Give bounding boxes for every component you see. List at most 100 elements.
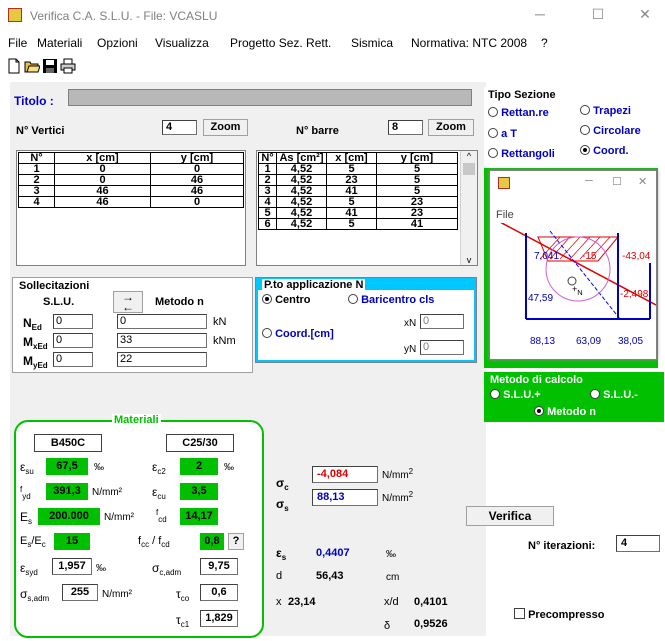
cell[interactable]: 4,52	[276, 196, 327, 208]
cell[interactable]: 23	[376, 207, 458, 219]
radio-centro[interactable]: Centro	[262, 294, 311, 306]
cell[interactable]: 0	[150, 196, 244, 208]
close-icon[interactable]: ✕	[625, 6, 665, 26]
cell[interactable]: 2	[18, 174, 55, 186]
menu-sismica[interactable]: Sismica	[351, 36, 393, 50]
cell[interactable]: 0	[150, 163, 244, 175]
table-row[interactable]: 4 46 0	[18, 196, 244, 208]
cell[interactable]: 5	[376, 174, 458, 186]
fyd-value[interactable]: 391,3	[46, 483, 88, 500]
cell[interactable]: 4,52	[276, 163, 327, 175]
save-icon[interactable]	[42, 58, 58, 74]
cell[interactable]: 0	[54, 163, 151, 175]
cell[interactable]: 46	[54, 185, 151, 197]
popup-menu-file[interactable]: File	[496, 209, 514, 221]
cell[interactable]: 46	[150, 185, 244, 197]
cell[interactable]: 4,52	[276, 185, 327, 197]
help-question-button[interactable]: ?	[228, 533, 244, 550]
radio-slu-plus[interactable]: S.L.U.+	[490, 389, 541, 401]
barre-table[interactable]: N° As [cm²] x [cm] y [cm] 1 4,52 5 5 2 4,52 23 5 …	[258, 152, 458, 230]
radio-coord[interactable]: Coord.	[580, 145, 629, 157]
tc1-value[interactable]: 1,829	[200, 610, 238, 627]
cell[interactable]: 4,52	[276, 174, 327, 186]
popup-close-icon[interactable]: ✕	[638, 175, 647, 188]
esyd-value[interactable]: 1,957	[52, 558, 92, 575]
cell[interactable]: 4	[18, 196, 55, 208]
steel-select[interactable]: B450C	[34, 434, 102, 452]
new-file-icon[interactable]	[6, 58, 22, 74]
radio-trapezi[interactable]: Trapezi	[580, 105, 631, 117]
open-folder-icon[interactable]	[24, 58, 40, 74]
scroll-up-icon[interactable]: ^	[461, 151, 477, 161]
es-value[interactable]: 200.000	[38, 508, 100, 525]
table-row[interactable]: 3 46 46	[18, 185, 244, 197]
cell[interactable]: 4,52	[276, 207, 327, 219]
ecu-value[interactable]: 3,5	[180, 483, 218, 500]
menu-progetto[interactable]: Progetto Sez. Rett.	[230, 36, 331, 50]
cell[interactable]: 41	[326, 185, 377, 197]
cell[interactable]: 4	[258, 196, 277, 208]
table-row[interactable]: 6 4,52 5 41	[258, 218, 458, 230]
cell[interactable]: 41	[326, 207, 377, 219]
cell[interactable]: 23	[376, 196, 458, 208]
table-row[interactable]: 5 4,52 41 23	[258, 207, 458, 219]
table-row[interactable]: 2 4,52 23 5	[258, 174, 458, 186]
cell[interactable]: 0	[54, 174, 151, 186]
sc-adm-value[interactable]: 9,75	[200, 558, 238, 575]
radio-baricentro[interactable]: Baricentro cls	[348, 294, 434, 306]
esu-value[interactable]: 67,5	[46, 458, 88, 475]
popup-maximize-icon[interactable]: ☐	[612, 175, 622, 188]
vertici-zoom-button[interactable]: Zoom	[203, 119, 248, 136]
cell[interactable]: 5	[258, 207, 277, 219]
scroll-down-icon[interactable]: v	[461, 255, 477, 265]
menu-visualizza[interactable]: Visualizza	[155, 36, 209, 50]
minimize-icon[interactable]: ─	[520, 6, 560, 26]
barre-scrollbar[interactable]: ^ v	[460, 151, 477, 265]
barre-zoom-button[interactable]: Zoom	[428, 119, 474, 136]
radio-coord-cm[interactable]: Coord.[cm]	[262, 328, 334, 340]
menu-normativa[interactable]: Normativa: NTC 2008	[411, 36, 527, 50]
titolo-input[interactable]	[68, 89, 472, 106]
cell[interactable]: 1	[18, 163, 55, 175]
barre-count-input[interactable]: 8	[388, 120, 423, 135]
table-row[interactable]: 3 4,52 41 5	[258, 185, 458, 197]
maximize-icon[interactable]: ☐	[578, 6, 618, 26]
popup-minimize-icon[interactable]: ─	[585, 175, 593, 187]
cell[interactable]: 3	[18, 185, 55, 197]
fcd-value[interactable]: 14,17	[180, 508, 218, 525]
yn-input[interactable]: 0	[420, 340, 464, 355]
radio-a-t[interactable]: a T	[488, 128, 517, 140]
myed-input[interactable]: 0	[53, 352, 93, 367]
cell[interactable]: 5	[326, 196, 377, 208]
radio-rettangoli[interactable]: Rettangoli	[488, 148, 555, 160]
cell[interactable]: 5	[326, 163, 377, 175]
cell[interactable]: 3	[258, 185, 277, 197]
radio-circolare[interactable]: Circolare	[580, 125, 641, 137]
vertici-count-input[interactable]: 4	[162, 120, 197, 135]
menu-file[interactable]: File	[8, 36, 27, 50]
iterazioni-input[interactable]: 4	[616, 535, 660, 552]
cell[interactable]: 6	[258, 218, 277, 230]
cell[interactable]: 5	[376, 185, 458, 197]
table-row[interactable]: 4 4,52 5 23	[258, 196, 458, 208]
ss-adm-value[interactable]: 255	[62, 584, 98, 601]
ratio-value[interactable]: 15	[54, 533, 90, 550]
ec2-value[interactable]: 2	[180, 458, 218, 475]
n-value-input[interactable]: 0	[117, 314, 207, 329]
menu-opzioni[interactable]: Opzioni	[97, 36, 138, 50]
radio-rettangolare[interactable]: Rettan.re	[488, 107, 549, 119]
fcc-fcd-value[interactable]: 0,8	[200, 533, 224, 550]
cell[interactable]: 46	[54, 196, 151, 208]
concrete-select[interactable]: C25/30	[166, 434, 234, 452]
print-icon[interactable]	[60, 58, 76, 74]
cell[interactable]: 2	[258, 174, 277, 186]
cell[interactable]: 5	[326, 218, 377, 230]
table-row[interactable]: 100	[18, 163, 244, 175]
swap-arrows-button[interactable]: → ←	[113, 291, 143, 313]
cell[interactable]: 23	[326, 174, 377, 186]
cell[interactable]: 1	[258, 163, 277, 175]
precompresso-checkbox[interactable]: Precompresso	[514, 608, 605, 621]
cell[interactable]: 41	[376, 218, 458, 230]
tco-value[interactable]: 0,6	[200, 584, 238, 601]
radio-metodo-n[interactable]: Metodo n	[534, 406, 596, 418]
